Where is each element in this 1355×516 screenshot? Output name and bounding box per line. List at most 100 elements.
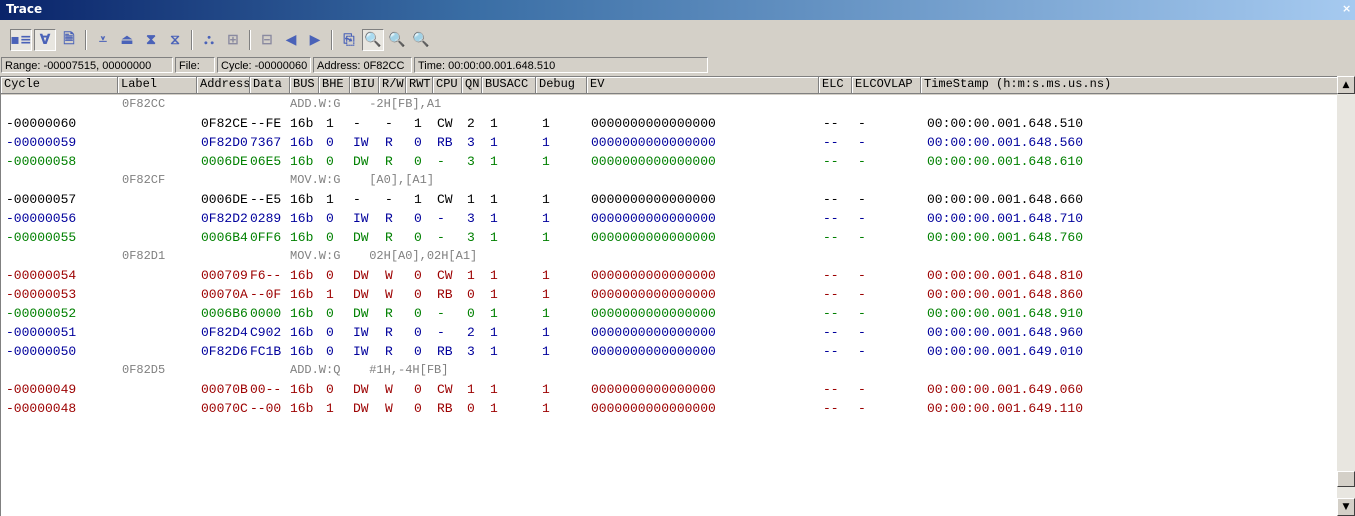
- cell-elcovlap: -: [858, 306, 866, 321]
- cell-ev: 0000000000000000: [591, 211, 716, 226]
- cell-address: 00070B: [201, 382, 248, 397]
- table-row[interactable]: -00000054 000709 F6-- 16b 0 DW W 0 CW 1 1 1 00000000…: [1, 266, 1337, 285]
- column-header-elcovlap[interactable]: ELCOVLAP: [852, 77, 921, 94]
- column-header-bus[interactable]: BUS: [290, 77, 319, 94]
- cell-ev: 0000000000000000: [591, 192, 716, 207]
- cell-ev: 0000000000000000: [591, 382, 716, 397]
- cell-bus: 16b: [290, 287, 314, 302]
- cell-ev: 0000000000000000: [591, 306, 716, 321]
- source-line-row[interactable]: 0F82D1 MOV.W:G 02H[A0],02H[A1]: [1, 247, 1337, 266]
- table-row[interactable]: -00000060 0F82CE --FE 16b 1- -1 CW 2 1 1 000000000…: [1, 114, 1337, 133]
- cell-data: 7367: [250, 135, 282, 150]
- column-header-debug[interactable]: Debug: [536, 77, 587, 94]
- table-row[interactable]: -00000051 0F82D4 C902 16b 0 IW R 0-2 1 1 000000000…: [1, 323, 1337, 342]
- collapse-icon[interactable]: ⧖: [164, 29, 186, 51]
- table-row[interactable]: -00000055 0006B4 0FF6 16b 0 DW R 0-3 1 1 000000000…: [1, 228, 1337, 247]
- cell-bhe: 1: [326, 287, 334, 302]
- scroll-down-arrow-icon[interactable]: ▼: [1337, 498, 1355, 516]
- cell-rwt: 0: [414, 135, 422, 150]
- cell-ev: 0000000000000000: [591, 344, 716, 359]
- find-prev-icon[interactable]: 🔍: [386, 29, 408, 51]
- settings-window-icon[interactable]: ⎘: [338, 29, 360, 51]
- table-row[interactable]: -00000056 0F82D2 0289 16b 0 IW R 0-3 1 1 000000000…: [1, 209, 1337, 228]
- document-icon[interactable]: 🗎: [58, 29, 80, 51]
- cell-busacc: 1: [490, 135, 498, 150]
- table-row[interactable]: -00000053 00070A --0F 16b 1 DW W 0 RB 0 1 1 00000000…: [1, 285, 1337, 304]
- filter-icon[interactable]: ∀: [34, 29, 56, 51]
- cell-biu: IW: [353, 325, 369, 340]
- cell-qn: 1: [467, 382, 475, 397]
- step-back-icon[interactable]: ◀: [280, 29, 302, 51]
- trace-mode-icon[interactable]: ▪≡: [10, 29, 32, 51]
- column-header-r-w[interactable]: R/W: [379, 77, 406, 94]
- cell-rwt: 0: [414, 306, 422, 321]
- cell-busacc: 1: [490, 325, 498, 340]
- cell-ts: 00:00:00.001.649.010: [927, 344, 1084, 359]
- cell-debug: 1: [542, 135, 550, 150]
- cell-bus: 16b: [290, 401, 314, 416]
- find-next-icon[interactable]: 🔍: [410, 29, 432, 51]
- column-header-label[interactable]: Label: [118, 77, 197, 94]
- scroll-thumb[interactable]: [1337, 471, 1355, 487]
- cell-ev: 0000000000000000: [591, 401, 716, 416]
- source-link-icon[interactable]: ⛬: [198, 29, 220, 51]
- time-field: Time: 00:00:00.001.648.510: [414, 57, 708, 73]
- cell-cpu: -: [437, 211, 445, 226]
- table-row[interactable]: -00000059 0F82D0 7367 16b 0 IW R 0 RB 3 1 1 00000000…: [1, 133, 1337, 152]
- source-line-row[interactable]: 0F82CC ADD.W:G -2H[FB],A1: [1, 95, 1337, 114]
- column-header-timestamp-h-m-s-ms-us-ns[interactable]: TimeStamp (h:m:s.ms.us.ns): [921, 77, 1337, 94]
- cell-bus: 16b: [290, 344, 314, 359]
- scroll-down-icon[interactable]: ⩡: [92, 29, 114, 51]
- cell-rwt: 0: [414, 268, 422, 283]
- column-header-bhe[interactable]: BHE: [319, 77, 350, 94]
- column-header-rwt[interactable]: RWT: [406, 77, 433, 94]
- trace-grid[interactable]: Cycle Label Address Data BUS BHE BIU R/W RWT CPU Q…: [0, 76, 1337, 516]
- source-line-row[interactable]: 0F82CF MOV.W:G [A0],[A1]: [1, 171, 1337, 190]
- step-forward-icon[interactable]: ▶: [304, 29, 326, 51]
- cell-elcovlap: -: [858, 230, 866, 245]
- cell-address: 0F82D6: [201, 344, 248, 359]
- cell-elc: --: [823, 401, 839, 416]
- vertical-scrollbar[interactable]: ▲ ▼: [1337, 76, 1355, 516]
- column-header-busacc[interactable]: BUSACC: [482, 77, 536, 94]
- cell-cycle: -00000058: [6, 154, 77, 169]
- column-header-qn[interactable]: QN: [462, 77, 482, 94]
- expand-icon[interactable]: ⧗: [140, 29, 162, 51]
- find-icon[interactable]: 🔍: [362, 29, 384, 51]
- column-header-data[interactable]: Data: [250, 77, 290, 94]
- cell-ev: 0000000000000000: [591, 230, 716, 245]
- cell-bus: 16b: [290, 135, 314, 150]
- table-row[interactable]: -00000052 0006B6 0000 16b 0 DW R 0-0 1 1 000000000…: [1, 304, 1337, 323]
- table-row[interactable]: -00000049 00070B 00-- 16b 0 DW W 0 CW 1 1 1 00000000…: [1, 380, 1337, 399]
- cell-debug: 1: [542, 268, 550, 283]
- cell-debug: 1: [542, 306, 550, 321]
- cell-rw: -: [385, 116, 393, 131]
- cell-qn: 0: [467, 287, 475, 302]
- cell-rwt: 0: [414, 287, 422, 302]
- source-line-row[interactable]: 0F82D5 ADD.W:Q #1H,-4H[FB]: [1, 361, 1337, 380]
- cell-biu: -: [353, 192, 361, 207]
- cell-cpu: RB: [437, 135, 453, 150]
- scroll-up-icon[interactable]: ⏏: [116, 29, 138, 51]
- table-row[interactable]: -00000058 0006DE 06E5 16b 0 DW R 0-3 1 1 000000000…: [1, 152, 1337, 171]
- column-header-biu[interactable]: BIU: [350, 77, 379, 94]
- window-icon[interactable]: ⊟: [256, 29, 278, 51]
- close-icon[interactable]: ×: [1342, 2, 1352, 16]
- column-header-cycle[interactable]: Cycle: [1, 77, 118, 94]
- table-row[interactable]: -00000057 0006DE --E5 16b 1- -1 CW 1 1 1 000000000…: [1, 190, 1337, 209]
- cell-rwt: 1: [414, 192, 422, 207]
- column-header-ev[interactable]: EV: [587, 77, 819, 94]
- cell-qn: 0: [467, 306, 475, 321]
- table-row[interactable]: -00000048 00070C --00 16b 1 DW W 0 RB 0 1 1 00000000…: [1, 399, 1337, 418]
- split-view-icon[interactable]: ⊞: [222, 29, 244, 51]
- title-bar[interactable]: Trace ×: [0, 0, 1355, 20]
- table-row[interactable]: -00000050 0F82D6 FC1B 16b 0 IW R 0 RB 3 1 1 00000000…: [1, 342, 1337, 361]
- cell-elcovlap: -: [858, 325, 866, 340]
- column-header-cpu[interactable]: CPU: [433, 77, 462, 94]
- cell-elcovlap: -: [858, 344, 866, 359]
- column-header-address[interactable]: Address: [197, 77, 250, 94]
- scroll-up-arrow-icon[interactable]: ▲: [1337, 76, 1355, 94]
- cell-cycle: -00000051: [6, 325, 77, 340]
- cell-ts: 00:00:00.001.648.560: [927, 135, 1084, 150]
- column-header-elc[interactable]: ELC: [819, 77, 852, 94]
